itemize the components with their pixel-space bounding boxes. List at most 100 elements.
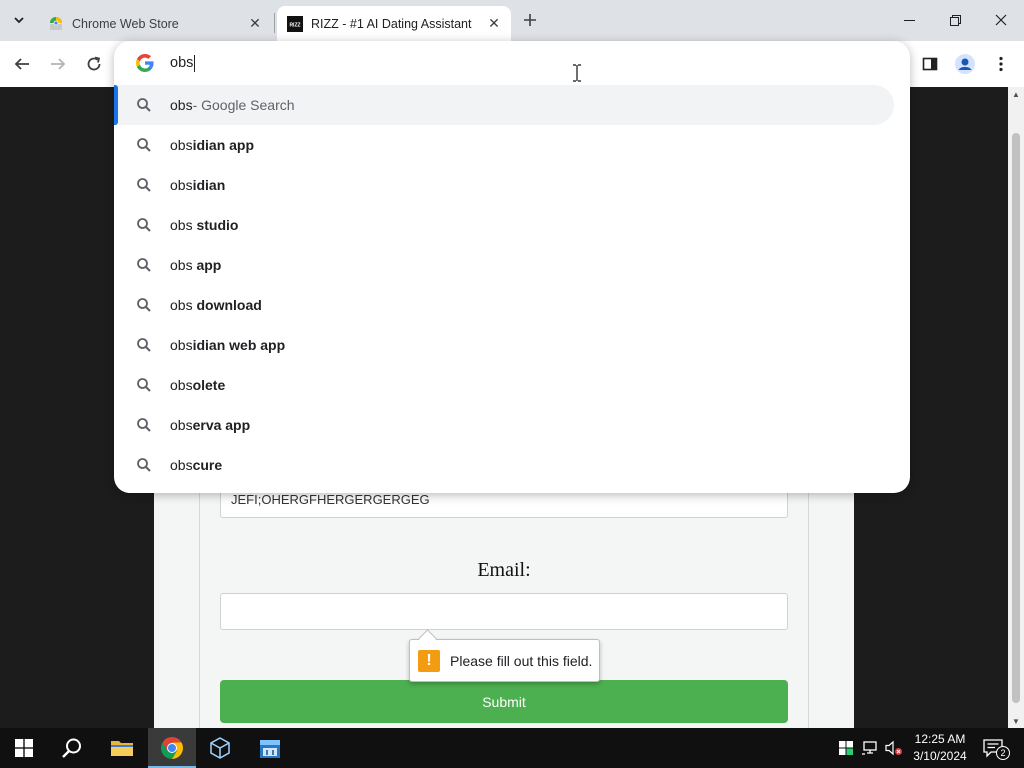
back-button[interactable] [9, 51, 35, 77]
profile-button[interactable] [952, 51, 978, 77]
email-label: Email: [477, 559, 531, 581]
suggestion-suffix: - Google Search [192, 97, 295, 113]
omnibox-dropdown: obs obs - Google Search obs idian app obs… [114, 41, 910, 493]
search-icon [137, 258, 151, 272]
network-tray-icon[interactable] [860, 738, 880, 758]
suggestion-prefix: obs [170, 257, 197, 273]
validation-message: Please fill out this field. [450, 652, 593, 669]
rizz-favicon-icon: RIZZ [287, 15, 303, 32]
clock-time: 12:25 AM [914, 732, 966, 746]
chrome-web-store-icon [50, 16, 62, 30]
suggestion-prefix: obs [170, 137, 193, 153]
close-tab-icon[interactable]: ✕ [246, 15, 264, 33]
close-icon [995, 14, 1007, 26]
forward-arrow-icon [51, 58, 66, 70]
suggestion-completion: erva app [192, 417, 251, 433]
page-scrollbar[interactable]: ▲ ▼ [1008, 87, 1024, 728]
network-icon [862, 741, 877, 755]
taskbar-search-button[interactable] [48, 728, 96, 768]
suggestion-item[interactable]: obs idian app [114, 125, 894, 165]
side-panel-button[interactable] [917, 51, 943, 77]
svg-text:RIZZ: RIZZ [289, 22, 300, 28]
suggestion-item[interactable]: obs idian [114, 165, 894, 205]
windows-logo-icon [15, 739, 33, 757]
text-cursor-icon [573, 64, 581, 82]
suggestion-item[interactable]: obs erva app [114, 405, 894, 445]
suggestion-completion: idian web app [192, 337, 286, 353]
suggestion-completion: cure [192, 457, 223, 473]
suggestion-item[interactable]: obs - Google Search [114, 85, 894, 125]
new-tab-button[interactable] [519, 9, 541, 31]
more-vertical-icon [999, 56, 1003, 72]
taskbar-file-explorer[interactable] [98, 728, 146, 768]
submit-button[interactable]: Submit [220, 680, 788, 723]
close-window-button[interactable] [978, 0, 1024, 40]
taskbar-virtualbox[interactable] [196, 728, 244, 768]
search-icon [137, 178, 151, 192]
google-g-icon [136, 54, 154, 72]
suggestion-item[interactable]: obs idian web app [114, 325, 894, 365]
address-bar-text[interactable]: obs [170, 55, 193, 71]
scroll-up-arrow-icon[interactable]: ▲ [1008, 87, 1024, 101]
email-field[interactable] [220, 593, 788, 630]
taskbar-chrome[interactable] [148, 728, 196, 768]
tab-separator [274, 13, 275, 33]
suggestion-prefix: obs [170, 337, 193, 353]
reload-button[interactable] [81, 51, 107, 77]
suggestion-item[interactable]: obs studio [114, 205, 894, 245]
suggestion-prefix: obs [170, 97, 193, 113]
restore-button[interactable] [932, 0, 978, 40]
tab-search-button[interactable] [6, 8, 32, 32]
taskbar-app-calendar[interactable] [246, 728, 294, 768]
suggestion-item[interactable]: obs olete [114, 365, 894, 405]
forward-button[interactable] [45, 51, 71, 77]
menu-button[interactable] [988, 51, 1014, 77]
suggestion-completion: studio [196, 217, 239, 233]
suggestion-prefix: obs [170, 297, 197, 313]
search-icon [137, 218, 151, 232]
suggestion-prefix: obs [170, 417, 193, 433]
tab-chrome-web-store[interactable]: Chrome Web Store ✕ [38, 6, 272, 41]
back-arrow-icon [14, 58, 29, 70]
chrome-icon [161, 737, 183, 759]
close-tab-icon[interactable]: ✕ [485, 15, 503, 33]
tab-strip: Chrome Web Store ✕ RIZZ RIZZ - #1 AI Dat… [0, 0, 1024, 41]
shield-icon [839, 741, 853, 755]
search-icon [137, 298, 151, 312]
suggestion-prefix: obs [170, 217, 197, 233]
suggestion-prefix: obs [170, 457, 193, 473]
suggestion-completion: download [196, 297, 262, 313]
security-tray-icon[interactable] [836, 738, 856, 758]
notification-count-badge: 2 [996, 746, 1010, 760]
suggestion-completion: idian [192, 177, 226, 193]
volume-tray-icon[interactable] [884, 738, 904, 758]
search-icon [137, 378, 151, 392]
search-icon [62, 738, 81, 758]
side-panel-icon [922, 57, 938, 71]
search-icon [137, 338, 151, 352]
plus-icon [524, 14, 536, 26]
windows-taskbar: 12:25 AM 3/10/2024 2 [0, 728, 1024, 768]
tab-title: Chrome Web Store [72, 16, 179, 31]
action-center-button[interactable]: 2 [982, 738, 1010, 760]
suggestion-completion: olete [192, 377, 226, 393]
tab-rizz[interactable]: RIZZ RIZZ - #1 AI Dating Assistant ✕ [277, 6, 511, 41]
restore-icon [949, 14, 961, 26]
address-bar[interactable]: obs [114, 41, 910, 85]
clock-date: 3/10/2024 [913, 749, 967, 763]
suggestion-item[interactable]: obs cure [114, 445, 894, 485]
folder-icon [111, 741, 133, 756]
calendar-app-icon [260, 740, 280, 758]
reload-icon [87, 56, 101, 71]
suggestion-item[interactable]: obs download [114, 285, 894, 325]
cube-icon [210, 737, 230, 759]
scroll-down-arrow-icon[interactable]: ▼ [1008, 714, 1024, 728]
scroll-thumb[interactable] [1012, 133, 1020, 703]
system-clock[interactable]: 12:25 AM 3/10/2024 [905, 731, 975, 765]
suggestion-completion: idian app [192, 137, 255, 153]
minimize-button[interactable] [886, 0, 932, 40]
suggestion-item[interactable]: obs app [114, 245, 894, 285]
start-button[interactable] [0, 728, 48, 768]
suggestion-completion: app [196, 257, 222, 273]
warning-icon: ! [418, 649, 440, 672]
